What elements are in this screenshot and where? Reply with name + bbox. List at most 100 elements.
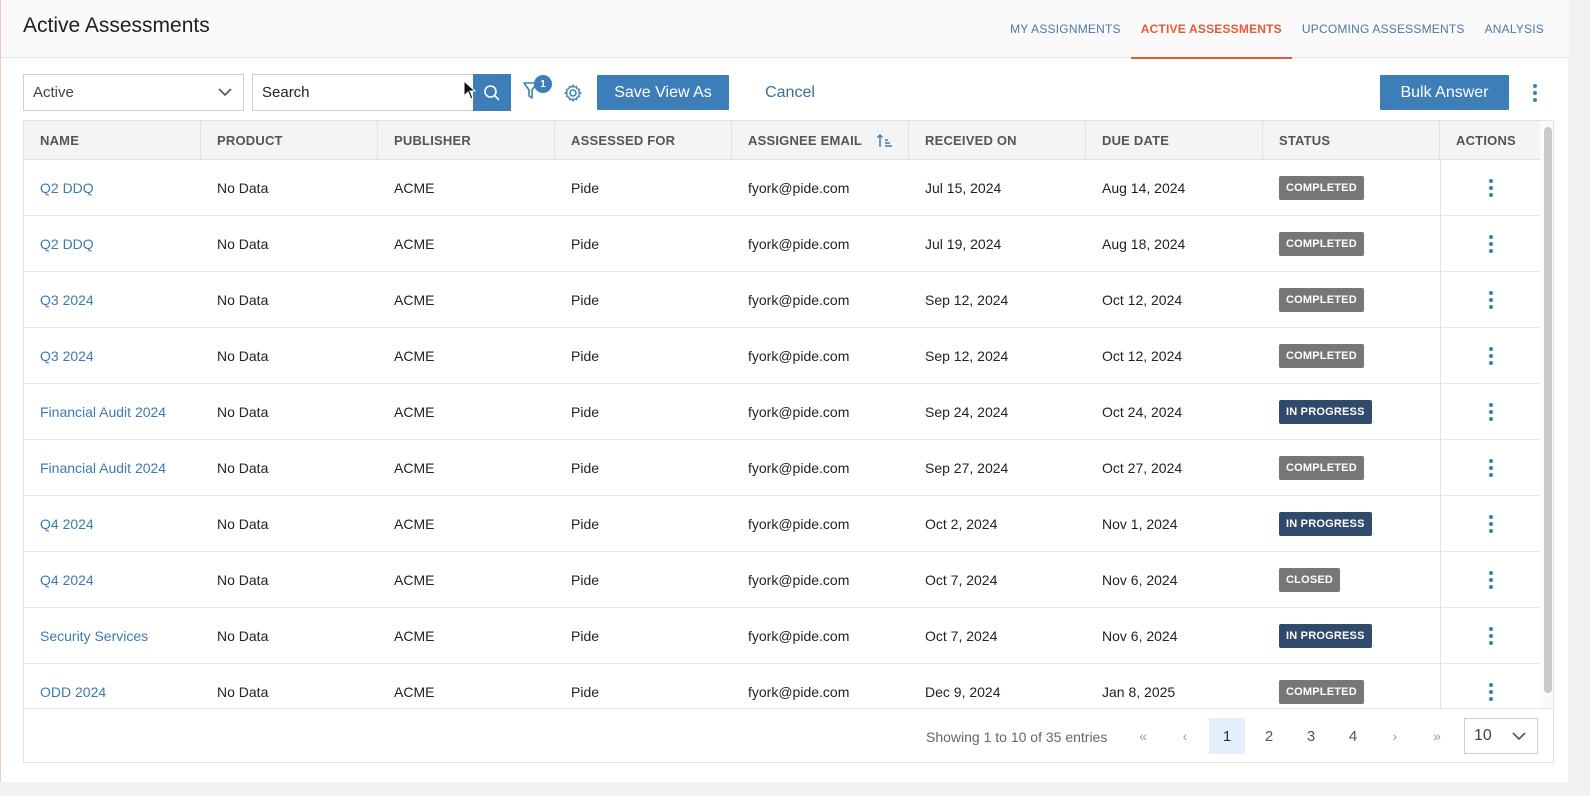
row-actions-button[interactable] xyxy=(1481,624,1501,648)
column-header-product[interactable]: PRODUCT xyxy=(201,121,378,160)
search-input[interactable] xyxy=(252,74,474,111)
cell-name[interactable]: Financial Audit 2024 xyxy=(24,440,201,496)
row-actions-button[interactable] xyxy=(1481,232,1501,256)
cell-assessed-for: Pide xyxy=(571,180,600,196)
column-header-assessed-for[interactable]: ASSESSED FOR xyxy=(555,121,732,160)
view-settings-button[interactable] xyxy=(563,83,583,103)
scrollbar-thumb[interactable] xyxy=(1544,127,1552,693)
next-page-button[interactable]: › xyxy=(1377,718,1413,754)
page-title: Active Assessments xyxy=(23,14,210,37)
cell-actions xyxy=(1440,272,1540,328)
column-header-name[interactable]: NAME xyxy=(24,121,201,160)
cell-product: No Data xyxy=(217,516,269,532)
cell-assignee-email: fyork@pide.com xyxy=(748,236,850,252)
page-button-4[interactable]: 4 xyxy=(1335,718,1371,754)
filter-count-badge: 1 xyxy=(534,75,552,93)
cell-product: No Data xyxy=(217,348,269,364)
cell-publisher: ACME xyxy=(394,236,435,252)
page-header: Active Assessments MY ASSIGNMENTS ACTIVE… xyxy=(1,0,1569,59)
cell-name[interactable]: ODD 2024 xyxy=(24,664,201,708)
cell-assignee-email: fyork@pide.com xyxy=(748,628,850,644)
cell-assignee-email: fyork@pide.com xyxy=(748,292,850,308)
cell-name[interactable]: Q4 2024 xyxy=(24,496,201,552)
search-button[interactable] xyxy=(473,74,511,111)
status-select[interactable]: Active xyxy=(23,74,244,111)
column-header-received-on[interactable]: RECEIVED ON xyxy=(909,121,1086,160)
first-page-button[interactable]: « xyxy=(1125,718,1161,754)
status-badge: COMPLETED xyxy=(1279,176,1364,200)
vertical-dots-icon xyxy=(1488,459,1493,477)
table-row: Financial Audit 2024 No Data ACME Pide fyork… xyxy=(24,384,1540,440)
cell-due-date: Oct 24, 2024 xyxy=(1102,404,1183,420)
tab-upcoming-assessments[interactable]: UPCOMING ASSESSMENTS xyxy=(1292,0,1475,58)
cell-received-on: Sep 12, 2024 xyxy=(925,348,1009,364)
page-button-3[interactable]: 3 xyxy=(1293,718,1329,754)
chevron-down-icon xyxy=(1512,732,1526,741)
cell-product: No Data xyxy=(217,460,269,476)
bulk-answer-button[interactable]: Bulk Answer xyxy=(1380,75,1509,110)
cell-received-on: Oct 2, 2024 xyxy=(925,516,998,532)
previous-page-button[interactable]: ‹ xyxy=(1167,718,1203,754)
cell-product: No Data xyxy=(217,236,269,252)
table-scrollbar[interactable] xyxy=(1541,121,1553,708)
cell-product: No Data xyxy=(217,628,269,644)
row-actions-button[interactable] xyxy=(1481,176,1501,200)
tab-active-assessments[interactable]: ACTIVE ASSESSMENTS xyxy=(1130,0,1293,59)
column-header-due-date[interactable]: DUE DATE xyxy=(1086,121,1263,160)
last-page-button[interactable]: » xyxy=(1419,718,1455,754)
cell-name[interactable]: Q2 DDQ xyxy=(24,216,201,272)
cell-assessed-for: Pide xyxy=(571,292,600,308)
tab-analysis[interactable]: ANALYSIS xyxy=(1475,0,1569,58)
status-badge: IN PROGRESS xyxy=(1279,400,1372,424)
row-actions-button[interactable] xyxy=(1481,288,1501,312)
cell-actions xyxy=(1440,384,1540,440)
cell-status: COMPLETED xyxy=(1263,160,1440,216)
cell-due-date: Aug 14, 2024 xyxy=(1102,180,1186,196)
vertical-dots-icon xyxy=(1488,627,1493,645)
cancel-button[interactable]: Cancel xyxy=(753,75,827,110)
cell-due-date: Oct 27, 2024 xyxy=(1102,460,1183,476)
status-badge: CLOSED xyxy=(1279,568,1341,592)
cell-status: COMPLETED xyxy=(1263,216,1440,272)
page-button-2[interactable]: 2 xyxy=(1251,718,1287,754)
tab-my-assignments[interactable]: MY ASSIGNMENTS xyxy=(1000,0,1131,58)
cell-assessed-for: Pide xyxy=(571,516,600,532)
more-options-button[interactable] xyxy=(1525,82,1545,104)
cell-actions xyxy=(1440,552,1540,608)
cell-name[interactable]: Q3 2024 xyxy=(24,272,201,328)
assessments-table: NAME PRODUCT PUBLISHER ASSESSED FOR ASSI… xyxy=(23,120,1554,763)
row-actions-button[interactable] xyxy=(1481,512,1501,536)
cell-name[interactable]: Security Services xyxy=(24,608,201,664)
cell-name[interactable]: Q4 2024 xyxy=(24,552,201,608)
page-size-select[interactable]: 10 xyxy=(1464,718,1538,754)
row-actions-button[interactable] xyxy=(1481,400,1501,424)
row-actions-button[interactable] xyxy=(1481,568,1501,592)
table-row: Q4 2024 No Data ACME Pide fyork@pide.com Oct … xyxy=(24,496,1540,552)
cell-publisher: ACME xyxy=(394,684,435,700)
chevron-down-icon xyxy=(218,88,232,97)
column-header-publisher[interactable]: PUBLISHER xyxy=(378,121,555,160)
cell-product: No Data xyxy=(217,572,269,588)
cell-received-on: Sep 12, 2024 xyxy=(925,292,1009,308)
cell-assessed-for: Pide xyxy=(571,348,600,364)
cell-product: No Data xyxy=(217,404,269,420)
cell-received-on: Oct 7, 2024 xyxy=(925,628,998,644)
cell-name[interactable]: Q3 2024 xyxy=(24,328,201,384)
table-pagination: Showing 1 to 10 of 35 entries « ‹ 1 2 3 … xyxy=(24,708,1553,762)
cell-name[interactable]: Financial Audit 2024 xyxy=(24,384,201,440)
vertical-dots-icon xyxy=(1488,571,1493,589)
table-row: Q3 2024 No Data ACME Pide fyork@pide.com Sep … xyxy=(24,272,1540,328)
column-header-assignee-email[interactable]: ASSIGNEE EMAIL xyxy=(732,121,909,160)
row-actions-button[interactable] xyxy=(1481,680,1501,704)
save-view-as-button[interactable]: Save View As xyxy=(597,75,729,110)
cell-name[interactable]: Q2 DDQ xyxy=(24,160,201,216)
cell-assignee-email: fyork@pide.com xyxy=(748,684,850,700)
column-header-status[interactable]: STATUS xyxy=(1263,121,1440,160)
page-button-1[interactable]: 1 xyxy=(1209,718,1245,754)
app-window: Active Assessments MY ASSIGNMENTS ACTIVE… xyxy=(0,0,1569,782)
cell-assignee-email: fyork@pide.com xyxy=(748,348,850,364)
row-actions-button[interactable] xyxy=(1481,344,1501,368)
table-row: Security Services No Data ACME Pide fyork@pi… xyxy=(24,608,1540,664)
row-actions-button[interactable] xyxy=(1481,456,1501,480)
vertical-dots-icon xyxy=(1488,515,1493,533)
